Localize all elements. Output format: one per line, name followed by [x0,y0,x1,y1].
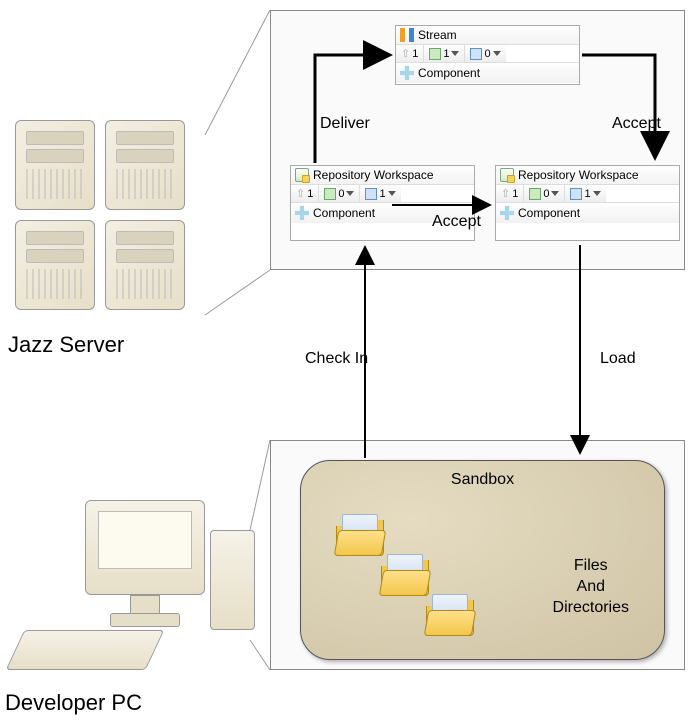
deliver-label: Deliver [320,115,370,133]
sandbox-title: Sandbox [301,471,664,489]
component-icon [400,66,414,80]
accept-mid-label: Accept [432,213,481,231]
sandbox-box: Sandbox FilesAndDirectories [300,460,665,660]
dropdown-icon [346,191,354,196]
change-out-icon [365,188,377,200]
stream-title: Stream [418,28,457,42]
component-icon [500,206,514,220]
developer-pc-label: Developer PC [5,690,142,716]
workspace-icon [500,168,514,182]
folder-icon [381,556,429,596]
up-icon: ⇧ [296,187,305,200]
dropdown-icon [493,51,501,56]
repo-workspace-right: Repository Workspace ⇧1 0 1 Component [495,165,680,241]
change-in-icon [529,188,541,200]
change-in-icon [324,188,336,200]
pc-illustration [15,500,245,680]
dropdown-icon [593,191,601,196]
change-out-icon [570,188,582,200]
stream-card: Stream ⇧1 1 0 Component [395,25,580,85]
repo-left-component: Component [313,206,375,220]
checkin-label: Check In [305,350,368,368]
server-illustration [15,120,205,320]
dropdown-icon [388,191,396,196]
change-out-icon [470,48,482,60]
change-in-icon [429,48,441,60]
dropdown-icon [551,191,559,196]
load-label: Load [600,350,636,368]
stream-icon [400,28,414,42]
repo-left-title: Repository Workspace [313,168,434,182]
accept-top-label: Accept [612,115,661,133]
up-icon: ⇧ [401,47,410,60]
workspace-icon [295,168,309,182]
folder-icon [426,596,474,636]
folder-icon [336,516,384,556]
stream-status-row: ⇧1 1 0 [396,45,579,63]
component-icon [295,206,309,220]
stream-component: Component [418,66,480,80]
repo-right-component: Component [518,206,580,220]
jazz-server-label: Jazz Server [8,332,124,358]
dropdown-icon [451,51,459,56]
up-icon: ⇧ [501,187,510,200]
sandbox-body: FilesAndDirectories [553,556,629,618]
repo-right-title: Repository Workspace [518,168,639,182]
